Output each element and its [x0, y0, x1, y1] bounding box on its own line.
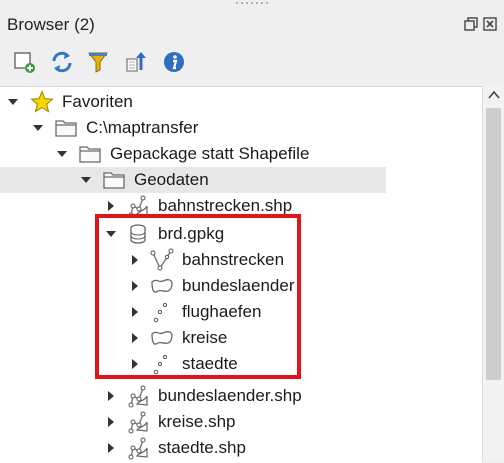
scrollbar-thumb[interactable] [486, 108, 501, 380]
tree-item-label: Geodaten [134, 170, 209, 189]
chevron-right-icon[interactable] [130, 307, 140, 317]
chevron-right-icon[interactable] [106, 417, 116, 427]
tree-item-kreise[interactable]: kreise [0, 325, 482, 351]
add-layer-icon[interactable] [10, 48, 38, 76]
polygon-layer-icon [151, 331, 173, 345]
tree-item-label: Gepackage statt Shapefile [110, 144, 310, 163]
shapefile-icon [128, 411, 148, 434]
tree-item-bahnstrecken[interactable]: bahnstrecken [0, 247, 482, 273]
chevron-down-icon[interactable] [57, 149, 67, 159]
tree-item-bundeslaender[interactable]: bundeslaender [0, 273, 482, 299]
tree-item-label: Favoriten [62, 92, 133, 111]
tree-item-label: bahnstrecken [182, 250, 285, 269]
tree-item-label: staedte.shp [158, 438, 246, 457]
chevron-right-icon[interactable] [130, 359, 140, 369]
filter-icon[interactable] [84, 48, 112, 76]
point-layer-icon [153, 302, 168, 323]
line-layer-icon [150, 248, 174, 271]
shapefile-icon [128, 437, 148, 460]
tree-item-label: C:\maptransfer [86, 118, 199, 137]
scroll-up-arrow-icon[interactable] [488, 90, 500, 100]
point-layer-icon [153, 354, 168, 375]
tree-item-maptransfer[interactable]: C:\maptransfer [0, 115, 482, 141]
database-icon [130, 224, 146, 244]
vertical-scrollbar[interactable] [482, 86, 504, 462]
tree-item-label: flughaefen [182, 302, 262, 321]
tree-item-label: bundeslaender.shp [158, 386, 302, 405]
tree-item-geodaten[interactable]: Geodaten [0, 167, 386, 193]
shapefile-icon [128, 195, 148, 218]
close-panel-icon[interactable] [482, 16, 498, 32]
collapse-all-icon[interactable] [122, 48, 150, 76]
tree-item-brd-gpkg[interactable]: brd.gpkg [0, 221, 482, 247]
browser-toolbar [0, 44, 504, 80]
folder-icon [103, 172, 125, 189]
chevron-down-icon[interactable] [81, 175, 91, 185]
chevron-down-icon[interactable] [33, 123, 43, 133]
tree-item-staedte[interactable]: staedte [0, 351, 482, 377]
tree-item-label: bahnstrecken.shp [158, 196, 293, 215]
chevron-right-icon[interactable] [130, 333, 140, 343]
tree-item-label: brd.gpkg [158, 224, 225, 243]
browser-tree[interactable]: Favoriten C:\maptransfer Gepackage statt… [0, 86, 482, 463]
tree-item-staedte-shp[interactable]: staedte.shp [0, 435, 482, 461]
tree-item-kreise-shp[interactable]: kreise.shp [0, 409, 482, 435]
chevron-right-icon[interactable] [130, 255, 140, 265]
tree-item-bundeslaender-shp[interactable]: bundeslaender.shp [0, 383, 482, 409]
tree-item-label: kreise.shp [158, 412, 236, 431]
folder-icon [55, 120, 77, 137]
chevron-down-icon[interactable] [8, 97, 18, 107]
tree-item-label: bundeslaender [182, 276, 295, 295]
polygon-layer-icon [151, 279, 173, 293]
refresh-icon[interactable] [48, 48, 76, 76]
panel-title: Browser (2) [7, 15, 95, 34]
panel-drag-handle[interactable] [228, 2, 276, 5]
chevron-right-icon[interactable] [106, 201, 116, 211]
tree-item-label: staedte [182, 354, 238, 373]
shapefile-icon [128, 385, 148, 408]
panel-titlebar: Browser (2) [0, 8, 504, 42]
chevron-right-icon[interactable] [130, 281, 140, 291]
star-icon [30, 90, 54, 113]
chevron-right-icon[interactable] [106, 391, 116, 401]
tree-item-bahnstrecken-shp[interactable]: bahnstrecken.shp [0, 193, 482, 219]
float-panel-icon[interactable] [463, 16, 479, 32]
info-icon[interactable] [160, 48, 188, 76]
chevron-right-icon[interactable] [106, 443, 116, 453]
tree-item-gepackage-statt-shapefile[interactable]: Gepackage statt Shapefile [0, 141, 482, 167]
tree-item-favoriten[interactable]: Favoriten [0, 89, 482, 115]
tree-item-label: kreise [182, 328, 228, 347]
folder-icon [79, 146, 101, 163]
chevron-down-icon[interactable] [106, 229, 116, 239]
tree-item-flughaefen[interactable]: flughaefen [0, 299, 482, 325]
